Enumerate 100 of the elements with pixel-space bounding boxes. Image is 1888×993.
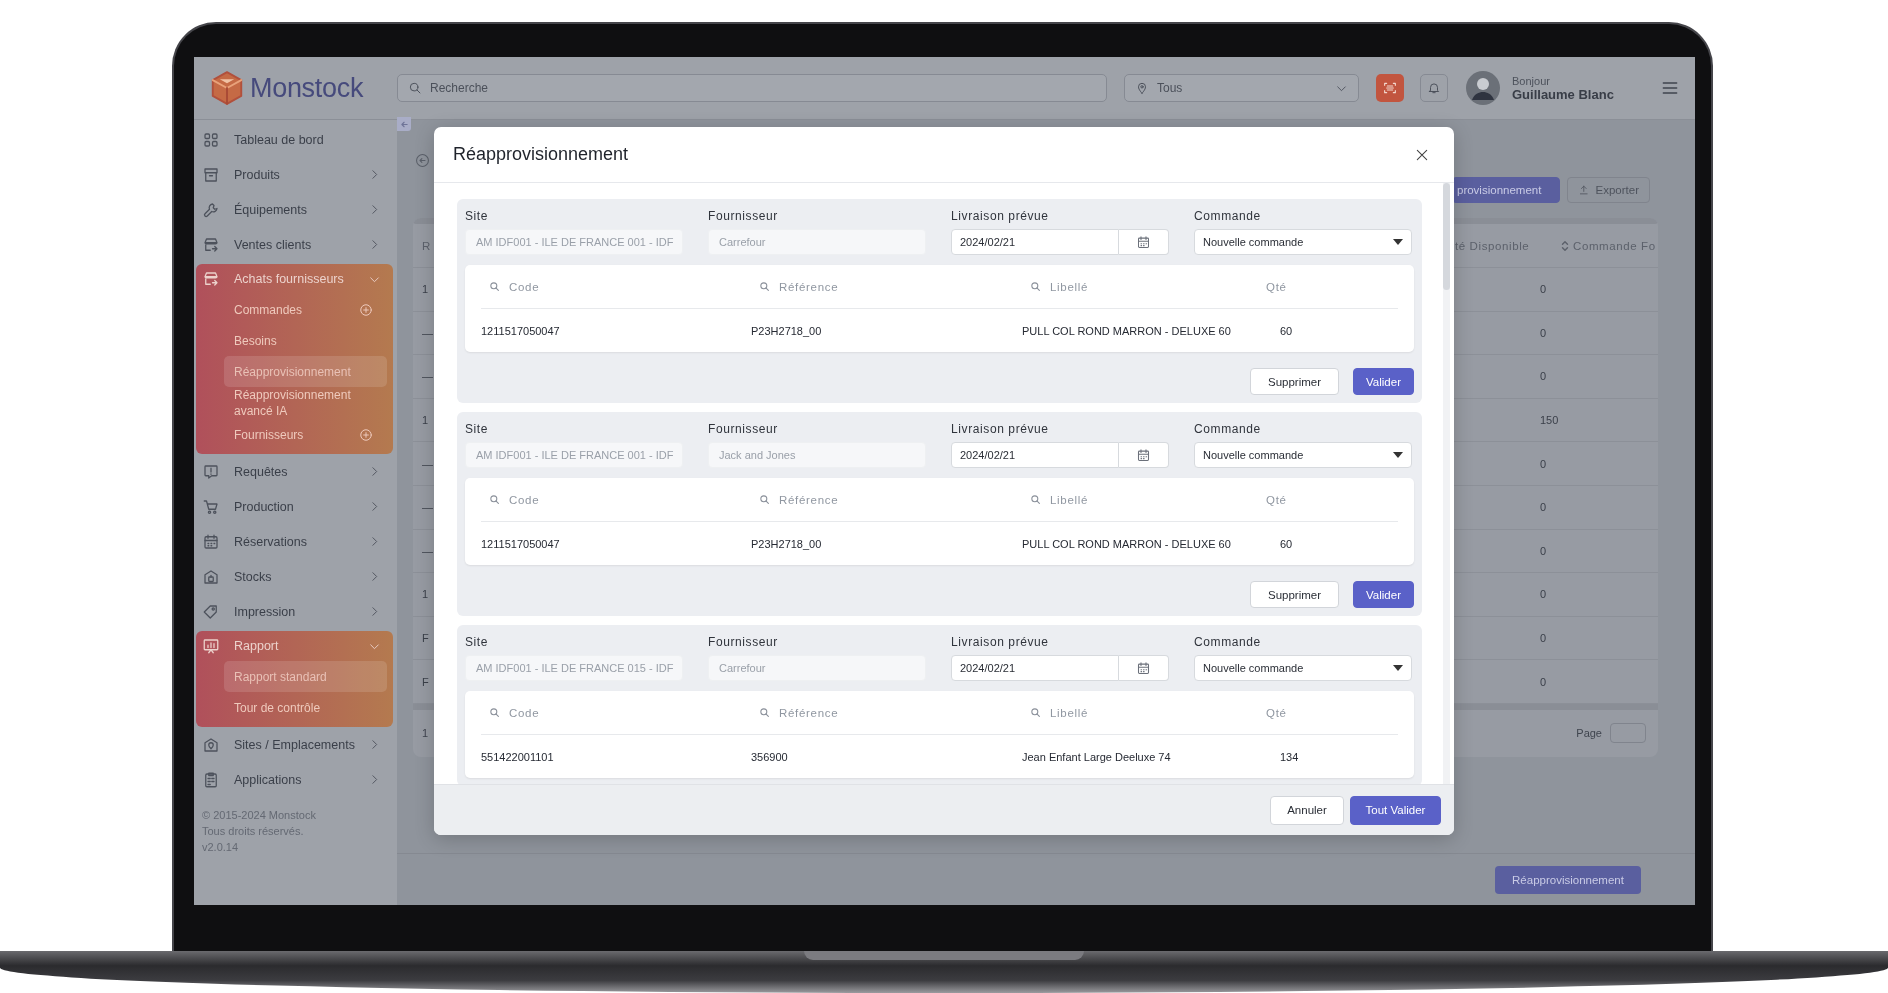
table-cell-text: F xyxy=(421,675,430,688)
table-cell-text: 0 xyxy=(1539,326,1548,339)
scan-button[interactable] xyxy=(1376,74,1404,102)
sidebar-item[interactable]: Équipements xyxy=(196,192,393,227)
column-header: Qté xyxy=(1266,280,1287,293)
field-label: Fournisseur xyxy=(708,209,779,223)
column-header: Libellé xyxy=(1050,493,1089,506)
greeting: Bonjour xyxy=(1512,74,1551,87)
calendar-button[interactable] xyxy=(1119,655,1169,681)
collapse-button[interactable] xyxy=(397,117,411,131)
order-dropdown[interactable]: Nouvelle commande xyxy=(1194,655,1412,681)
date-field[interactable]: 2024/02/21 xyxy=(951,442,1119,468)
pin-icon xyxy=(1135,81,1149,95)
sidebar-item[interactable]: Produits xyxy=(196,157,393,192)
sidebar-item[interactable]: Production xyxy=(196,489,393,524)
delete-button[interactable]: Supprimer xyxy=(1250,368,1339,395)
date-field[interactable]: 2024/02/21 xyxy=(951,229,1119,255)
column-header: Commande Fo xyxy=(1573,239,1656,252)
site-dropdown[interactable]: Tous xyxy=(1124,74,1359,102)
column-header: Qté xyxy=(1266,493,1287,506)
caret-down-icon xyxy=(1393,665,1403,671)
field-label: Fournisseur xyxy=(708,422,779,436)
submenu-item[interactable]: Commandes xyxy=(224,294,387,325)
table-cell-text: P23H2718_00 xyxy=(751,324,823,337)
validate-button[interactable]: Valider xyxy=(1353,368,1414,395)
field-label: Livraison prévue xyxy=(951,635,1050,649)
column-header: Code xyxy=(509,493,540,506)
table-cell-text: 60 xyxy=(1280,537,1294,550)
field-label: Livraison prévue xyxy=(951,209,1050,223)
footer-text: © 2015-2024 Monstock xyxy=(202,808,317,823)
sidebar-item[interactable]: Requêtes xyxy=(196,454,393,489)
date-field[interactable]: 2024/02/21 xyxy=(951,655,1119,681)
dialog-title: Réapprovisionnement xyxy=(453,144,629,165)
back-icon[interactable] xyxy=(415,153,430,168)
search-field[interactable]: Recherche xyxy=(397,74,1107,102)
sidebar-item[interactable]: Tableau de bord xyxy=(196,122,393,157)
delete-button[interactable]: Supprimer xyxy=(1250,581,1339,608)
validate-all-button[interactable]: Tout Valider xyxy=(1350,795,1441,825)
field-label: Commande xyxy=(1194,635,1262,649)
footer-text: v2.0.14 xyxy=(202,840,240,855)
calendar-button[interactable] xyxy=(1119,442,1169,468)
table-cell-text: P23H2718_00 xyxy=(751,537,823,550)
avatar-icon xyxy=(1466,71,1500,105)
calendar-icon xyxy=(1136,234,1151,250)
order-dropdown[interactable]: Nouvelle commande xyxy=(1194,229,1412,255)
input-field: Jack and Jones xyxy=(708,442,926,468)
table-cell-text: 1 xyxy=(421,283,430,296)
table-cell-text: Jean Enfant Large Deeluxe 74 xyxy=(1022,750,1172,763)
box-icon xyxy=(202,165,220,184)
grid-icon xyxy=(202,130,220,149)
submenu-item[interactable]: Rapport standard xyxy=(224,661,387,692)
wrench-icon xyxy=(202,200,220,219)
table-cell-text: — xyxy=(421,544,434,557)
clipboard-icon xyxy=(202,770,220,789)
table-cell-text: 0 xyxy=(1539,588,1548,601)
validate-button[interactable]: Valider xyxy=(1353,581,1414,608)
sidebar-item[interactable]: Réservations xyxy=(196,524,393,559)
order-dropdown[interactable]: Nouvelle commande xyxy=(1194,442,1412,468)
page-label: Page xyxy=(1576,727,1602,740)
submenu-item[interactable]: Réapprovisionnement xyxy=(224,356,387,387)
table-cell-text: F xyxy=(421,632,430,645)
table-cell-text: — xyxy=(421,457,434,470)
field-label: Fournisseur xyxy=(708,635,779,649)
calendar-icon xyxy=(202,532,220,551)
table-cell-text: 1211517050047 xyxy=(481,324,561,337)
caret-down-icon xyxy=(1393,452,1403,458)
tag-icon xyxy=(202,602,220,621)
table-cell-text: PULL COL ROND MARRON - DELUXE 60 xyxy=(1022,324,1232,337)
table-cell-text: 1 xyxy=(421,414,430,427)
export-button[interactable]: Exporter xyxy=(1567,177,1650,203)
input-field: Carrefour xyxy=(708,229,926,255)
sidebar-item[interactable]: Sites / Emplacements xyxy=(196,727,393,762)
column-header: R xyxy=(421,239,432,252)
search-icon xyxy=(408,81,422,95)
input-field: AM IDF001 - ILE DE FRANCE 001 - IDF xyxy=(465,229,683,255)
restock-button[interactable]: Réapprovisionnement xyxy=(1495,865,1641,894)
submenu-item[interactable]: Réapprovisionnement avancé IA xyxy=(224,387,387,419)
cancel-button[interactable]: Annuler xyxy=(1270,795,1344,825)
submenu-item[interactable]: Besoins xyxy=(224,325,387,356)
submenu-item[interactable]: Tour de contrôle xyxy=(224,692,387,723)
table-cell-text: 1 xyxy=(421,588,430,601)
sidebar-item[interactable]: Achats fournisseurs xyxy=(196,264,393,294)
calendar-icon xyxy=(1136,447,1151,463)
table-cell-text: 551422001101 xyxy=(481,750,555,763)
table-cell-text: 0 xyxy=(1539,457,1548,470)
sidebar-item[interactable]: Rapport xyxy=(196,631,393,661)
notifications-button[interactable] xyxy=(1420,74,1448,102)
restock-button[interactable]: provisionnement xyxy=(1452,177,1560,203)
calendar-icon xyxy=(1136,660,1151,676)
sidebar-item[interactable]: Impression xyxy=(196,594,393,629)
sidebar-item[interactable]: Applications xyxy=(196,762,393,797)
table-cell-text: — xyxy=(421,501,434,514)
submenu-item[interactable]: Fournisseurs xyxy=(224,419,387,450)
column-header: Code xyxy=(509,280,540,293)
upload-icon xyxy=(1578,184,1590,196)
column-header: Qté xyxy=(1266,706,1287,719)
calendar-button[interactable] xyxy=(1119,229,1169,255)
sidebar-item[interactable]: Stocks xyxy=(196,559,393,594)
sidebar-item[interactable]: Ventes clients xyxy=(196,227,393,262)
table-cell-text: 1211517050047 xyxy=(481,537,561,550)
